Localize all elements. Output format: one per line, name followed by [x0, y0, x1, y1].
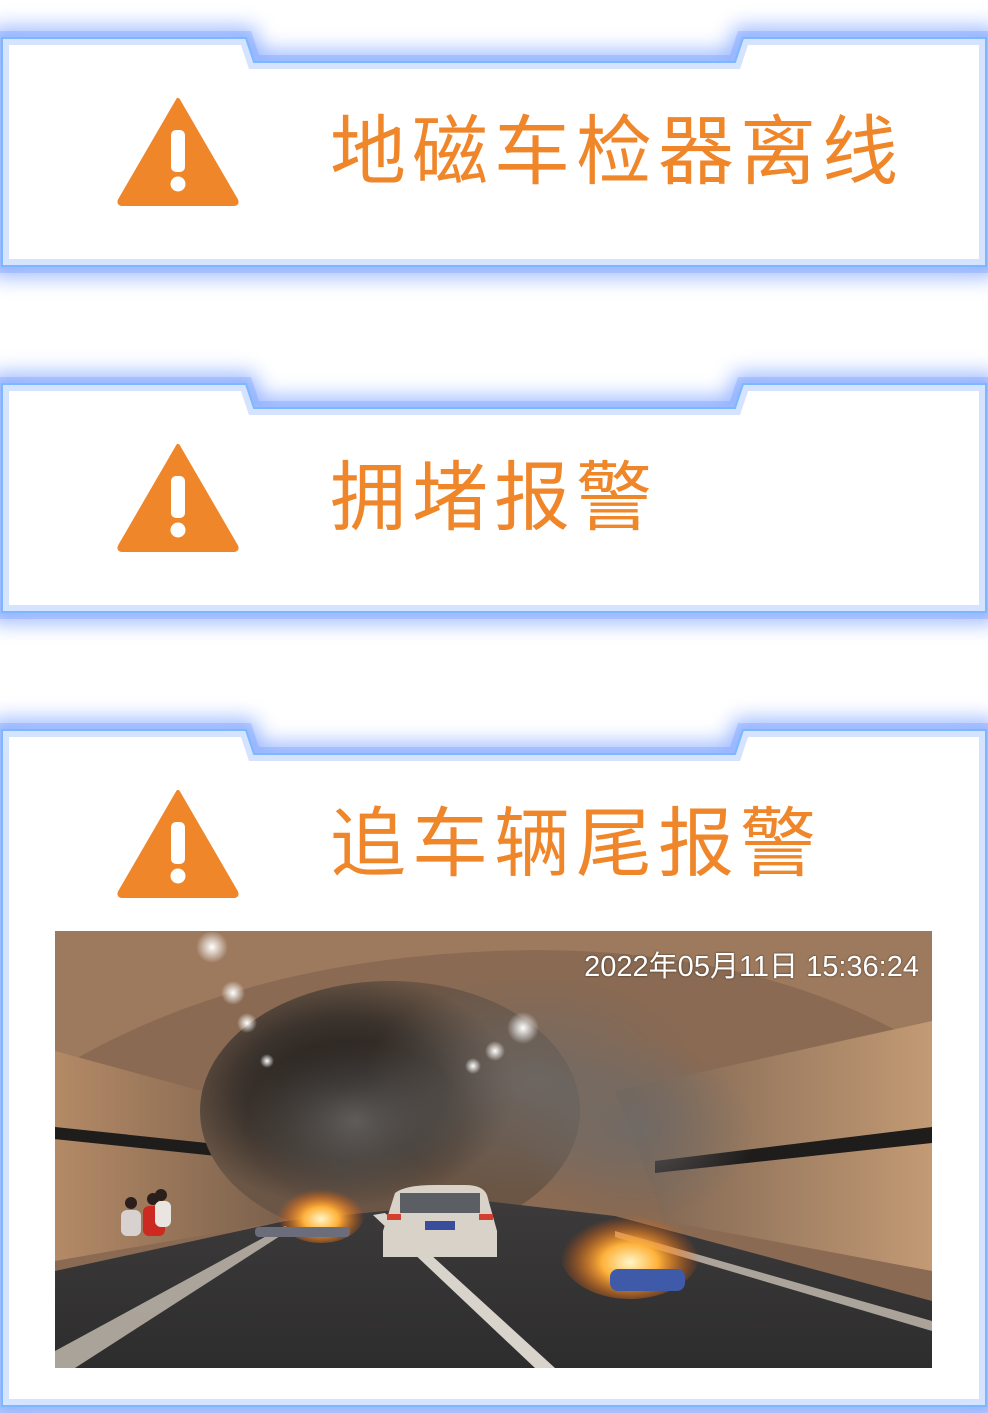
alert-label: 追车辆尾报警 — [330, 799, 822, 888]
alert-panel-geomagnetic-offline: 地磁车检器离线 — [0, 27, 988, 277]
camera-snapshot[interactable]: 2022年05月11日 15:36:24 — [55, 931, 932, 1368]
alert-panel-congestion: 拥堵报警 — [0, 373, 988, 623]
warning-triangle-icon — [117, 790, 239, 898]
camera-timestamp: 2022年05月11日 15:36:24 — [584, 951, 919, 983]
tunnel-scene-image — [55, 931, 932, 1368]
alert-label: 地磁车检器离线 — [330, 107, 904, 196]
warning-triangle-icon — [117, 444, 239, 552]
alert-label: 拥堵报警 — [330, 453, 658, 542]
warning-triangle-icon — [117, 98, 239, 206]
alert-panel-rear-end: 追车辆尾报警 2022年05月11日 15:36:24 — [0, 719, 988, 1413]
